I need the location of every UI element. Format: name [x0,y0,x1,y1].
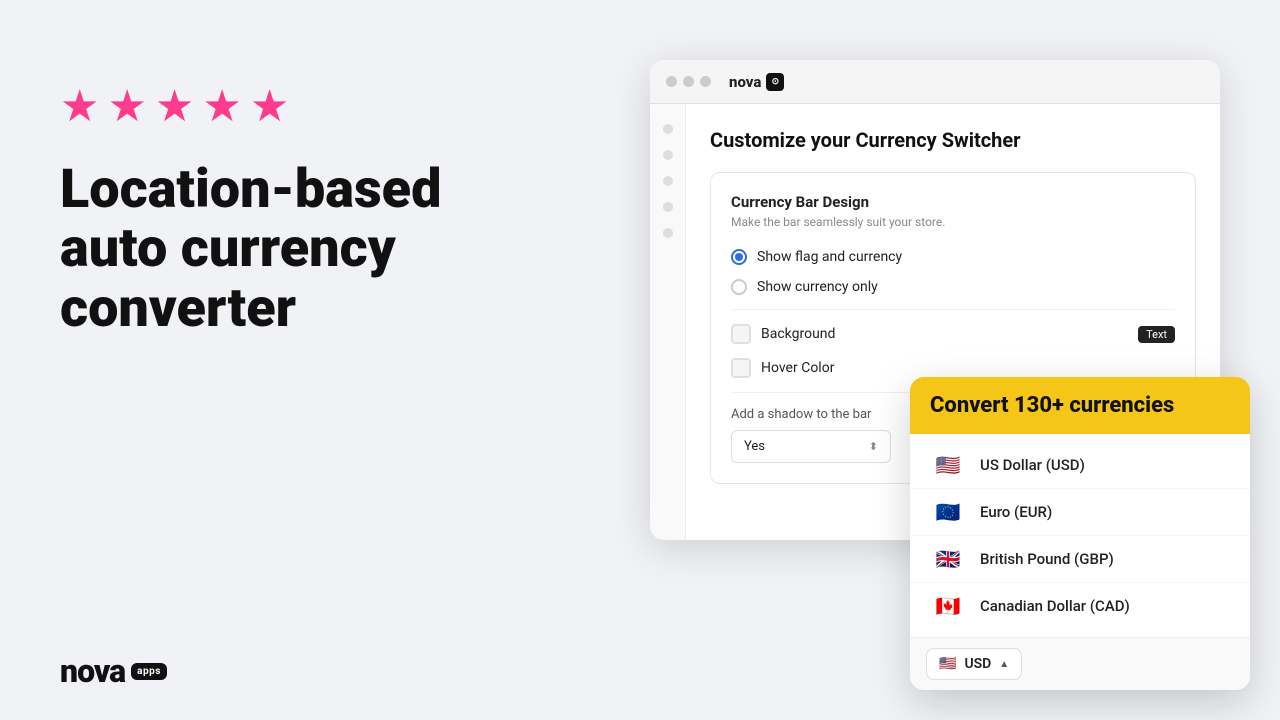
star-4: ★ [202,80,241,132]
nova-logo-text: nova [60,652,125,690]
background-color-swatch[interactable] [731,324,751,344]
currency-footer: 🇺🇸 USD ▲ [910,637,1250,690]
browser-bar: nova ⊙ [650,60,1220,104]
hover-color-row: Hover Color [731,358,1175,378]
left-section: ★ ★ ★ ★ ★ Location-based auto currency c… [60,80,540,338]
usd-selector[interactable]: 🇺🇸 USD ▲ [926,648,1022,680]
shadow-select[interactable]: Yes ⬍ [731,430,891,463]
browser-nova-text: nova [729,73,761,91]
currency-item-eur[interactable]: 🇪🇺 Euro (EUR) [910,489,1250,536]
hover-color-label: Hover Color [761,360,834,376]
currency-list: 🇺🇸 US Dollar (USD) 🇪🇺 Euro (EUR) 🇬🇧 Brit… [910,434,1250,637]
card-title: Currency Bar Design [731,193,1175,211]
radio-option-currency-only[interactable]: Show currency only [731,279,1175,295]
dot-3 [700,76,711,87]
radio-currency-only-label: Show currency only [757,279,878,295]
radio-currency-only-indicator [731,279,747,295]
dot-2 [683,76,694,87]
footer-currency: USD [964,656,991,672]
footer-flag: 🇺🇸 [939,656,956,672]
background-color-row: Background Text [731,324,1175,344]
radio-flag-currency-indicator [731,249,747,265]
sidebar-dot-2 [663,150,673,160]
star-1: ★ [60,80,99,132]
sidebar-dot-3 [663,176,673,186]
headline-line3: converter [60,277,296,340]
flag-eu: 🇪🇺 [930,500,966,524]
headline-line2: auto currency [60,217,396,280]
browser-nova-icon: ⊙ [766,73,784,91]
background-color-label: Background [761,326,835,342]
currency-card-title: Convert 130+ currencies [930,393,1174,418]
flag-gb: 🇬🇧 [930,547,966,571]
card-subtitle: Make the bar seamlessly suit your store. [731,215,1175,229]
browser-dots [666,76,711,87]
radio-option-flag-currency[interactable]: Show flag and currency [731,249,1175,265]
currency-card-header: Convert 130+ currencies [910,377,1250,434]
dot-1 [666,76,677,87]
currency-name-eur: Euro (EUR) [980,503,1052,521]
browser-sidebar [650,104,686,540]
headline: Location-based auto currency converter [60,160,540,338]
select-arrows-icon: ⬍ [869,440,878,453]
sidebar-dot-5 [663,228,673,238]
shadow-value: Yes [744,439,765,454]
text-badge: Text [1138,326,1175,343]
currency-item-cad[interactable]: 🇨🇦 Canadian Dollar (CAD) [910,583,1250,629]
page-title: Customize your Currency Switcher [710,128,1196,152]
divider-1 [731,309,1175,310]
browser-nova-icon-symbol: ⊙ [772,77,780,87]
nova-apps-badge: apps [131,663,167,680]
currency-card: Convert 130+ currencies 🇺🇸 US Dollar (US… [910,377,1250,690]
currency-name-cad: Canadian Dollar (CAD) [980,597,1130,615]
currency-name-gbp: British Pound (GBP) [980,550,1114,568]
hover-color-swatch[interactable] [731,358,751,378]
chevron-up-icon: ▲ [999,659,1009,670]
headline-line1: Location-based [60,158,441,221]
sidebar-dot-4 [663,202,673,212]
sidebar-dot-1 [663,124,673,134]
star-5: ★ [250,80,289,132]
currency-name-usd: US Dollar (USD) [980,456,1085,474]
star-2: ★ [107,80,146,132]
flag-ca: 🇨🇦 [930,594,966,618]
nova-logo-bottom: nova apps [60,652,167,690]
radio-flag-currency-label: Show flag and currency [757,249,902,265]
flag-us: 🇺🇸 [930,453,966,477]
star-3: ★ [155,80,194,132]
currency-item-gbp[interactable]: 🇬🇧 British Pound (GBP) [910,536,1250,583]
currency-item-usd[interactable]: 🇺🇸 US Dollar (USD) [910,442,1250,489]
browser-nova: nova ⊙ [729,73,784,91]
stars-row: ★ ★ ★ ★ ★ [60,80,540,132]
